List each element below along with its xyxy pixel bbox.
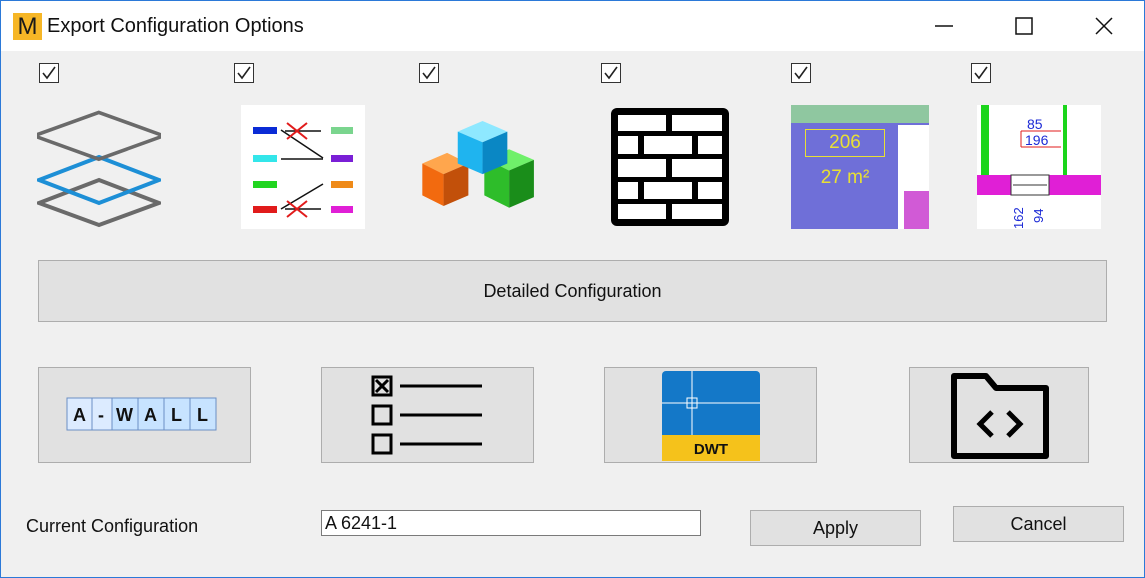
checkmark-icon	[42, 66, 56, 80]
dwt-template-button[interactable]: DWT	[604, 367, 817, 463]
export-config-window: M Export Configuration Options 206 27 m²…	[0, 0, 1145, 578]
dimension-icon: 85 196 162 94	[977, 105, 1101, 229]
apply-button[interactable]: Apply	[750, 510, 921, 546]
letter-a: A	[73, 405, 86, 425]
checkmark-icon	[422, 66, 436, 80]
layer-mapping-checkbox[interactable]	[234, 63, 254, 83]
room-labels-checkbox[interactable]	[791, 63, 811, 83]
room-label-icon: 206 27 m²	[791, 105, 929, 229]
checkmark-icon	[794, 66, 808, 80]
checkmark-icon	[974, 66, 988, 80]
detailed-configuration-button[interactable]: Detailed Configuration	[38, 260, 1107, 322]
dim-162: 162	[1011, 207, 1026, 229]
checklist-button[interactable]	[321, 367, 534, 463]
minimize-icon	[935, 25, 953, 27]
hatch-checkbox[interactable]	[601, 63, 621, 83]
room-number: 206	[805, 129, 885, 157]
maximize-icon	[1015, 17, 1033, 35]
layer-mapping-icon	[241, 105, 365, 229]
room-area: 27 m²	[820, 167, 870, 188]
dimensions-checkbox[interactable]	[971, 63, 991, 83]
export-folder-button[interactable]	[909, 367, 1089, 463]
blocks-checkbox[interactable]	[419, 63, 439, 83]
dwt-label: DWT	[694, 441, 728, 458]
app-logo: M	[13, 13, 42, 40]
layers-checkbox[interactable]	[39, 63, 59, 83]
dim-85: 85	[1027, 116, 1043, 132]
layer-name-icon: A - W A L L	[66, 397, 217, 431]
layer-name-button[interactable]: A - W A L L	[38, 367, 251, 463]
brick-hatch-icon	[611, 108, 729, 226]
dwt-file-icon: DWT	[662, 371, 760, 461]
cancel-button[interactable]: Cancel	[953, 506, 1124, 542]
minimize-button[interactable]	[904, 1, 984, 51]
window-title: Export Configuration Options	[47, 15, 304, 37]
close-icon	[1095, 17, 1113, 35]
letter-w: W	[116, 405, 133, 425]
dim-94: 94	[1031, 209, 1046, 223]
checkmark-icon	[604, 66, 618, 80]
close-button[interactable]	[1064, 1, 1144, 51]
maximize-button[interactable]	[984, 1, 1064, 51]
dim-196: 196	[1025, 132, 1049, 148]
checklist-icon	[371, 375, 482, 455]
current-configuration-field[interactable]: A 6241-1	[321, 510, 701, 536]
letter-a2: A	[144, 405, 157, 425]
code-folder-icon	[951, 373, 1049, 459]
letter-dash: -	[98, 405, 104, 425]
blocks-icon	[422, 120, 534, 208]
letter-l: L	[171, 405, 182, 425]
current-configuration-label: Current Configuration	[26, 516, 199, 536]
checkmark-icon	[237, 66, 251, 80]
letter-l2: L	[197, 405, 208, 425]
title-bar: M Export Configuration Options	[1, 1, 1144, 51]
layers-icon	[37, 110, 161, 228]
